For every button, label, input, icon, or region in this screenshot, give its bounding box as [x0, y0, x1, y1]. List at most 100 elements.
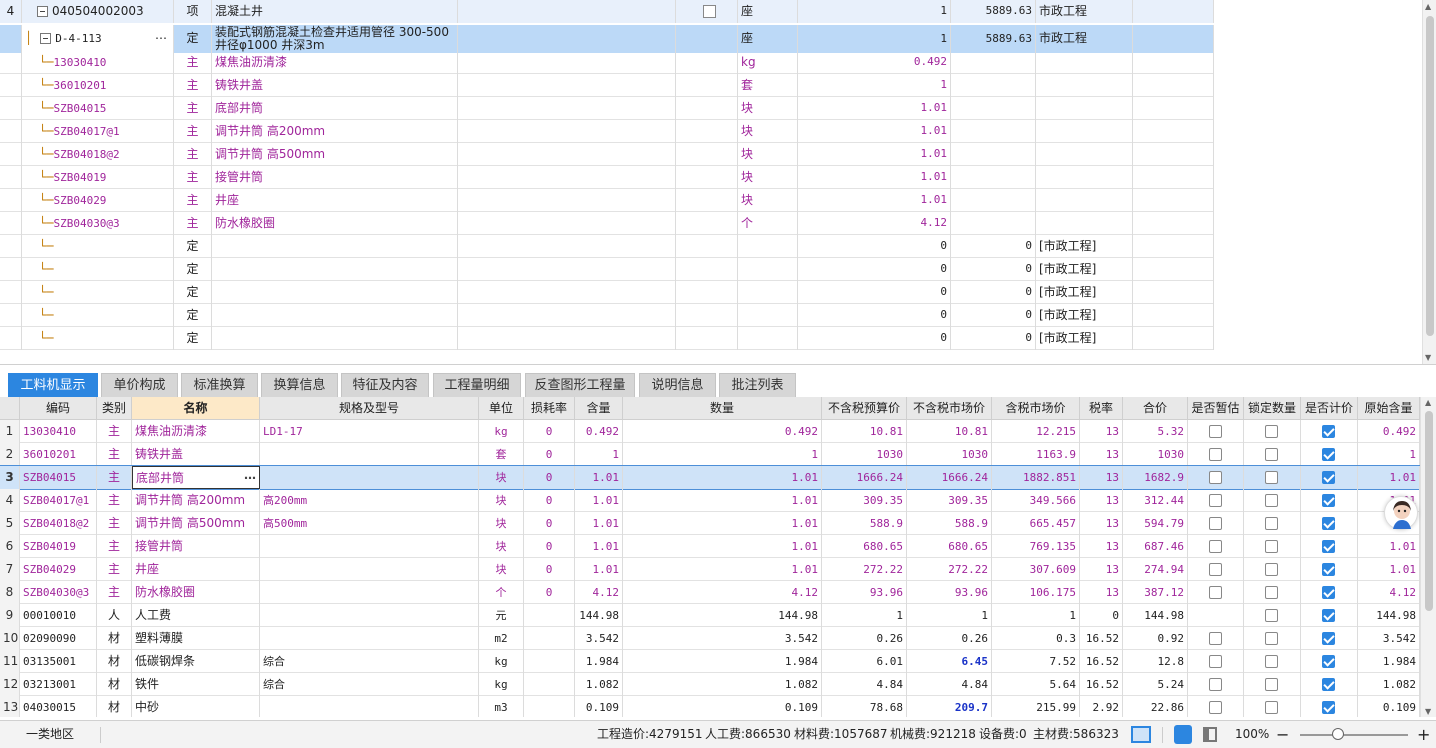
row-number[interactable]: [0, 189, 22, 212]
spec-cell[interactable]: [260, 581, 479, 604]
code-cell[interactable]: └─SZB04015: [22, 97, 174, 120]
budget-price-cell[interactable]: 10.81: [822, 420, 907, 443]
total-cell[interactable]: 274.94: [1123, 558, 1188, 581]
more-icon[interactable]: ⋯: [155, 25, 167, 52]
budget-price-cell[interactable]: 272.22: [822, 558, 907, 581]
row-number[interactable]: 6: [0, 535, 20, 558]
tax-rate-cell[interactable]: 16.52: [1080, 650, 1123, 673]
category-cell[interactable]: [市政工程]: [1036, 304, 1133, 327]
content-cell[interactable]: 1: [575, 443, 623, 466]
unit-cell[interactable]: 块: [738, 189, 798, 212]
spec-cell[interactable]: [458, 327, 676, 350]
is-estimate-cell[interactable]: [1188, 558, 1244, 581]
checkbox[interactable]: [1322, 586, 1335, 599]
is-estimate-cell[interactable]: [1188, 466, 1244, 489]
tax-market-price-cell[interactable]: 215.99: [992, 696, 1080, 717]
flag-cell[interactable]: [676, 25, 738, 53]
scroll-up-icon[interactable]: ▲: [1425, 398, 1431, 407]
unit-cell[interactable]: [738, 235, 798, 258]
row-number[interactable]: 9: [0, 604, 20, 627]
name-cell[interactable]: 底部井筒: [212, 97, 458, 120]
category-cell[interactable]: 材: [97, 696, 132, 717]
spec-cell[interactable]: [458, 74, 676, 97]
price-cell[interactable]: 0: [951, 327, 1036, 350]
row-number[interactable]: [0, 143, 22, 166]
layout-vertical-icon[interactable]: [1203, 727, 1217, 742]
budget-price-cell[interactable]: 588.9: [822, 512, 907, 535]
category-cell[interactable]: [1036, 51, 1133, 74]
name-cell[interactable]: 防水橡胶圈: [212, 212, 458, 235]
checkbox[interactable]: [1322, 632, 1335, 645]
type-cell[interactable]: 定: [174, 327, 212, 350]
content-cell[interactable]: 1.01: [575, 535, 623, 558]
tax-market-price-cell[interactable]: 1163.9: [992, 443, 1080, 466]
row-number[interactable]: [0, 327, 22, 350]
tax-rate-cell[interactable]: 13: [1080, 535, 1123, 558]
checkbox[interactable]: [1265, 701, 1278, 714]
spec-cell[interactable]: [260, 558, 479, 581]
category-cell[interactable]: 主: [97, 466, 132, 489]
category-cell[interactable]: [1036, 97, 1133, 120]
flag-cell[interactable]: [676, 212, 738, 235]
is-estimate-cell[interactable]: [1188, 420, 1244, 443]
checkbox[interactable]: [1208, 425, 1222, 438]
category-cell[interactable]: [市政工程]: [1036, 281, 1133, 304]
market-price-cell[interactable]: 309.35: [907, 489, 992, 512]
code-cell[interactable]: SZB04015: [20, 466, 97, 489]
original-content-cell[interactable]: 0.492: [1358, 420, 1420, 443]
unit-cell[interactable]: [738, 281, 798, 304]
spec-cell[interactable]: 综合: [260, 650, 479, 673]
tax-market-price-cell[interactable]: 7.52: [992, 650, 1080, 673]
resource-row[interactable]: 3 SZB04015 主 底部井筒 ⋯ 块 0 1.01 1.01 1666.24 1666.24 1…: [0, 465, 1421, 490]
checkbox[interactable]: [1208, 563, 1222, 576]
market-price-cell[interactable]: 10.81: [907, 420, 992, 443]
top-grid-row[interactable]: └─ 定 0 0 [市政工程]: [0, 304, 1214, 327]
top-grid-row[interactable]: └─SZB04019 主接管井筒块 1.01: [0, 166, 1214, 189]
is-priced-cell[interactable]: [1301, 466, 1358, 489]
spec-cell[interactable]: [260, 466, 479, 489]
market-price-cell[interactable]: 209.7: [907, 696, 992, 717]
spec-cell[interactable]: [260, 443, 479, 466]
unit-cell[interactable]: kg: [479, 673, 524, 696]
lock-qty-cell[interactable]: [1244, 512, 1301, 535]
name-cell[interactable]: 井座: [132, 558, 260, 581]
loss-rate-cell[interactable]: [524, 604, 575, 627]
unit-cell[interactable]: 座: [738, 0, 798, 23]
category-cell[interactable]: 主: [97, 489, 132, 512]
lock-qty-cell[interactable]: [1244, 581, 1301, 604]
checkbox[interactable]: [1265, 425, 1278, 438]
spec-cell[interactable]: [458, 235, 676, 258]
price-cell[interactable]: 0: [951, 281, 1036, 304]
is-priced-cell[interactable]: [1301, 581, 1358, 604]
row-number[interactable]: 5: [0, 512, 20, 535]
name-cell[interactable]: 煤焦油沥清漆: [212, 51, 458, 74]
top-grid-row[interactable]: └─ 定 0 0 [市政工程]: [0, 327, 1214, 350]
content-cell[interactable]: 4.12: [575, 581, 623, 604]
flag-cell[interactable]: [676, 97, 738, 120]
checkbox[interactable]: [1322, 609, 1335, 622]
name-cell[interactable]: 调节井筒 高500mm: [212, 143, 458, 166]
extra-cell[interactable]: [1133, 212, 1214, 235]
is-estimate-cell[interactable]: [1188, 581, 1244, 604]
qty-cell[interactable]: 1.01: [798, 143, 951, 166]
header-is-priced[interactable]: 是否计价: [1301, 397, 1358, 420]
resource-row[interactable]: 13 04030015 材 中砂 m3 0.109 0.109 78.68 209.7 215.9…: [0, 696, 1420, 717]
loss-rate-cell[interactable]: [524, 650, 575, 673]
total-cell[interactable]: 594.79: [1123, 512, 1188, 535]
price-cell[interactable]: [951, 166, 1036, 189]
scroll-down-icon[interactable]: ▼: [1425, 353, 1431, 362]
spec-cell[interactable]: [458, 120, 676, 143]
extra-cell[interactable]: [1133, 189, 1214, 212]
code-cell[interactable]: 04030015: [20, 696, 97, 717]
header-category[interactable]: 类别: [97, 397, 132, 420]
market-price-cell[interactable]: 6.45: [907, 650, 992, 673]
type-cell[interactable]: 定: [174, 281, 212, 304]
tab-1[interactable]: 单价构成: [101, 373, 178, 397]
checkbox[interactable]: [1322, 425, 1335, 438]
top-grid-row[interactable]: └─ 定 0 0 [市政工程]: [0, 281, 1214, 304]
spec-cell[interactable]: [260, 604, 479, 627]
loss-rate-cell[interactable]: [524, 673, 575, 696]
tax-rate-cell[interactable]: 2.92: [1080, 696, 1123, 717]
unit-cell[interactable]: 个: [479, 581, 524, 604]
unit-cell[interactable]: m2: [479, 627, 524, 650]
